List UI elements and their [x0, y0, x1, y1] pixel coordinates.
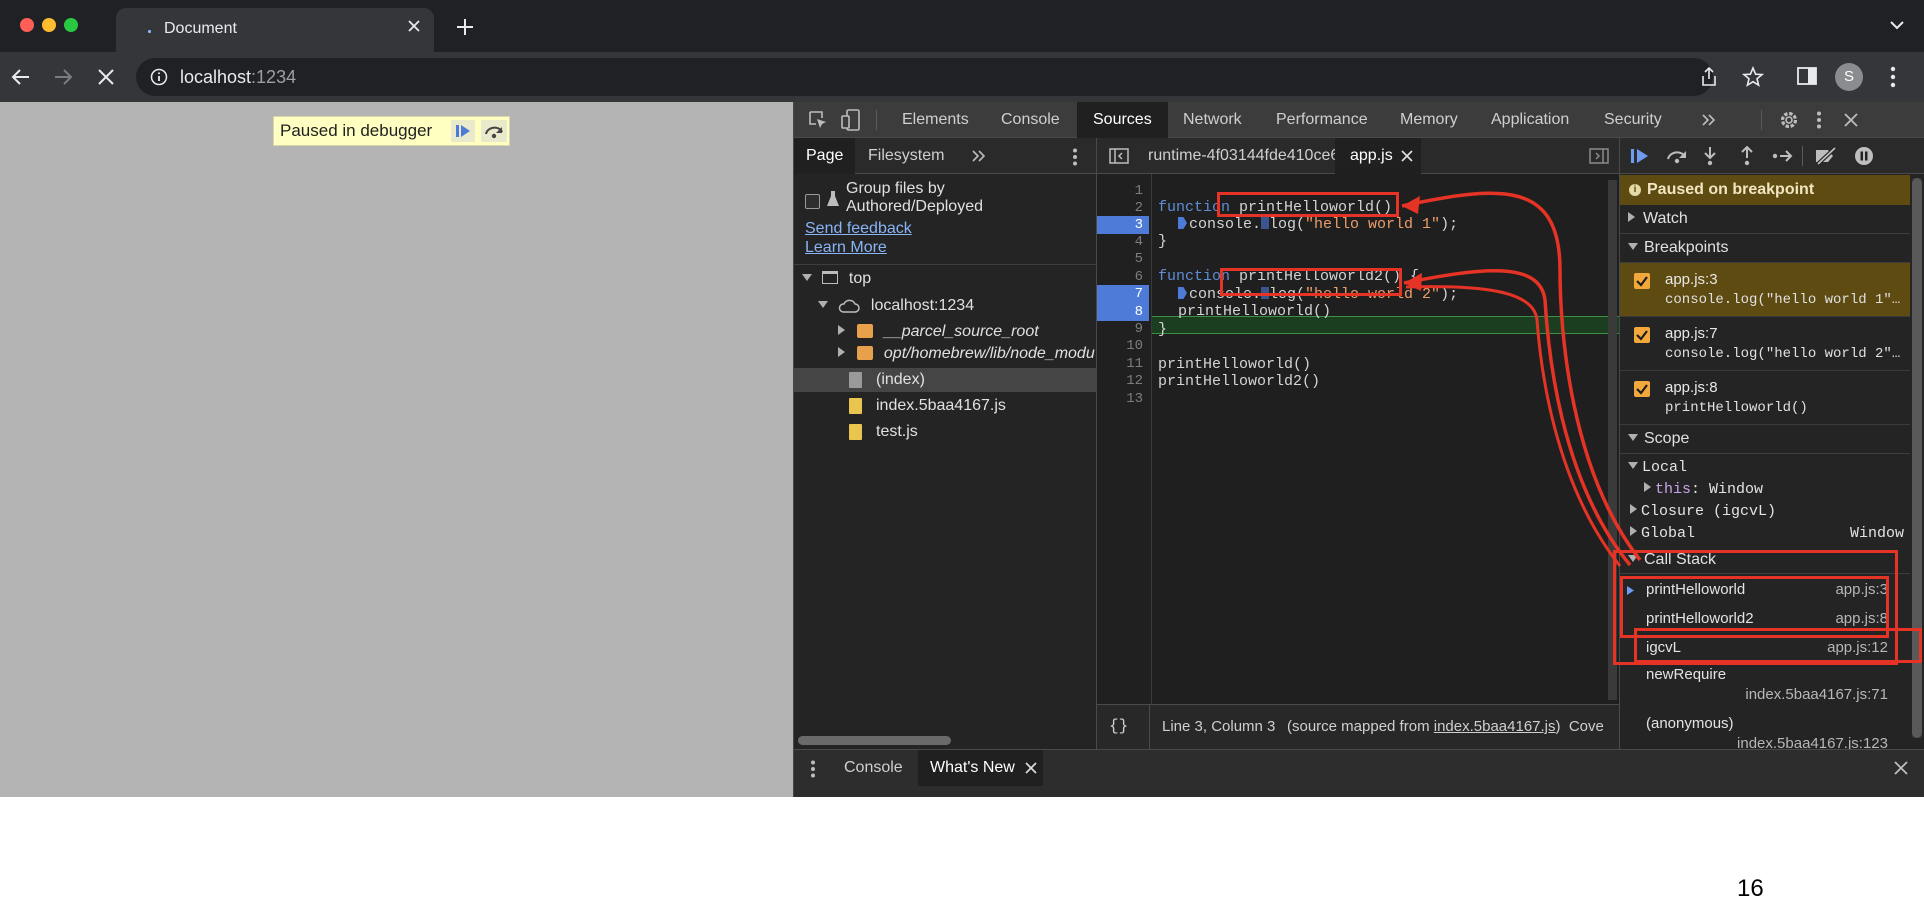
slide-page-number: 16: [1737, 875, 1764, 902]
annotation-arrows: [1401, 191, 1642, 567]
